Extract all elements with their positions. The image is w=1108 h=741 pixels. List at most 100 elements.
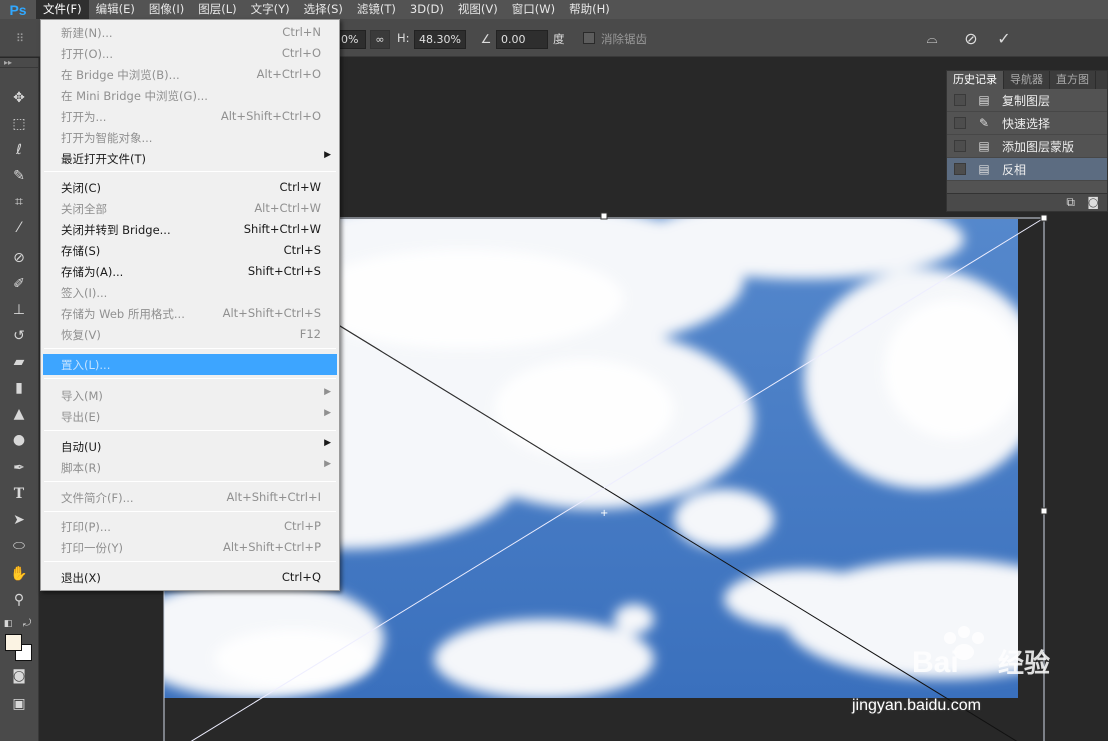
menu-item-save[interactable]: 存储(S) Ctrl+S [43,240,337,261]
width-percent-field[interactable]: 0% [336,30,366,49]
document-icon: ▤ [978,162,990,176]
menu-3d[interactable]: 3D(D) [403,0,451,19]
menu-help[interactable]: 帮助(H) [562,0,617,19]
menu-window[interactable]: 窗口(W) [505,0,562,19]
tab-navigator[interactable]: 导航器 [1004,71,1050,89]
menu-item-browse-bridge[interactable]: 在 Bridge 中浏览(B)... Alt+Ctrl+O [43,64,337,85]
svg-text:经验: 经验 [998,648,1050,679]
blur-tool-icon[interactable]: ▲ [8,404,30,424]
marquee-tool-icon[interactable]: ⬚ [8,114,30,134]
new-document-from-state-icon[interactable]: ⧉ [1066,195,1075,210]
menu-file[interactable]: 文件(F) [36,0,89,19]
crop-tool-icon[interactable]: ⌗ [8,192,30,212]
menu-filter[interactable]: 滤镜(T) [350,0,403,19]
path-select-tool-icon[interactable]: ➤ [8,510,30,530]
menu-item-open-smart-object[interactable]: 打开为智能对象... [43,127,337,148]
svg-text:+: + [600,508,608,519]
menu-view[interactable]: 视图(V) [451,0,505,19]
menu-item-export[interactable]: 导出(E) ▶ [43,406,337,427]
panel-grip-icon[interactable]: ▸▸ [0,58,38,68]
brush-tool-icon[interactable]: ✐ [8,274,30,294]
quick-select-tool-icon[interactable]: ✎ [8,166,30,186]
angle-icon: ∠ [480,32,492,46]
history-item[interactable]: ▤ 添加图层蒙版 [947,135,1107,158]
menu-select[interactable]: 选择(S) [297,0,350,19]
history-item-label: 快速选择 [1002,116,1051,131]
menu-item-close[interactable]: 关闭(C) Ctrl+W [43,177,337,198]
height-percent-field[interactable]: 48.30% [414,30,466,49]
history-panel-footer: ⧉ ◙ [947,193,1107,211]
photoshop-window: Ps 文件(F) 编辑(E) 图像(I) 图层(L) 文字(Y) 选择(S) 滤… [0,0,1108,741]
menubar: Ps 文件(F) 编辑(E) 图像(I) 图层(L) 文字(Y) 选择(S) 滤… [0,0,1108,19]
menu-image[interactable]: 图像(I) [142,0,191,19]
transform-tool-icon: ⠿ [15,32,25,45]
gradient-tool-icon[interactable]: ▮ [8,378,30,398]
history-item[interactable]: ✎ 快速选择 [947,112,1107,135]
menu-item-open-as[interactable]: 打开为... Alt+Shift+Ctrl+O [43,106,337,127]
antialias-checkbox[interactable] [583,32,595,44]
menu-type[interactable]: 文字(Y) [244,0,297,19]
camera-icon[interactable]: ◙ [1087,195,1099,209]
foreground-color-swatch[interactable] [5,634,22,651]
menu-item-open[interactable]: 打开(O)... Ctrl+O [43,43,337,64]
move-tool-icon[interactable]: ✥ [8,88,30,108]
menu-item-revert[interactable]: 恢复(V) F12 [43,324,337,345]
default-colors-icon[interactable]: ◧ [2,614,14,634]
tab-history[interactable]: 历史记录 [947,71,1004,89]
lasso-tool-icon[interactable]: ℓ [8,140,30,160]
link-icon[interactable]: ∞ [370,30,390,49]
menu-item-close-all[interactable]: 关闭全部 Alt+Ctrl+W [43,198,337,219]
ellipse-tool-icon[interactable]: ⬭ [8,536,30,556]
document-icon: ▤ [978,93,990,107]
healing-brush-tool-icon[interactable]: ⊘ [8,248,30,268]
history-source-checkbox[interactable] [954,140,966,152]
menu-item-save-as[interactable]: 存储为(A)... Shift+Ctrl+S [43,261,337,282]
screen-mode-icon[interactable]: ▣ [8,694,30,714]
menu-item-save-for-web[interactable]: 存储为 Web 所用格式... Alt+Shift+Ctrl+S [43,303,337,324]
menu-item-place[interactable]: 置入(L)... [43,354,337,375]
menu-separator [44,348,336,349]
stamp-tool-icon[interactable]: ⊥ [8,300,30,320]
tab-histogram[interactable]: 直方图 [1050,71,1096,89]
menu-layer[interactable]: 图层(L) [191,0,243,19]
submenu-arrow-icon: ▶ [324,408,331,418]
menu-separator [44,171,336,172]
cancel-transform-icon[interactable]: ⊘ [961,29,981,49]
swap-colors-icon[interactable]: ⤾ [20,614,34,634]
history-source-checkbox[interactable] [954,117,966,129]
menu-item-close-go-bridge[interactable]: 关闭并转到 Bridge... Shift+Ctrl+W [43,219,337,240]
menu-item-automate[interactable]: 自动(U) ▶ [43,436,337,457]
menu-item-recent-files[interactable]: 最近打开文件(T) ▶ [43,148,337,169]
menu-item-import[interactable]: 导入(M) ▶ [43,385,337,406]
eraser-tool-icon[interactable]: ▰ [8,352,30,372]
commit-transform-icon[interactable]: ✓ [994,29,1014,49]
type-tool-icon[interactable]: T [8,484,30,504]
quick-mask-icon[interactable]: ◙ [8,666,30,686]
menu-item-new[interactable]: 新建(N)... Ctrl+N [43,22,337,43]
history-item[interactable]: ▤ 复制图层 [947,89,1107,112]
history-item-selected[interactable]: ▤ 反相 [947,158,1107,181]
pen-tool-icon[interactable]: ✒ [8,458,30,478]
menu-item-scripts[interactable]: 脚本(R) ▶ [43,457,337,478]
menu-item-print[interactable]: 打印(P)... Ctrl+P [43,516,337,537]
dodge-tool-icon[interactable]: ● [8,430,30,450]
eyedropper-tool-icon[interactable]: ⁄ [8,218,30,238]
menu-item-print-one-copy[interactable]: 打印一份(Y) Alt+Shift+Ctrl+P [43,537,337,558]
history-item-label: 添加图层蒙版 [1002,139,1075,154]
baidu-watermark-logo: Bai 经验 [912,626,1050,679]
history-panel-tabs: 历史记录 导航器 直方图 [947,71,1107,89]
menu-item-check-in[interactable]: 签入(I)... [43,282,337,303]
history-brush-tool-icon[interactable]: ↺ [8,326,30,346]
zoom-tool-icon[interactable]: ⚲ [8,590,30,610]
history-source-checkbox[interactable] [954,163,966,175]
menu-item-exit[interactable]: 退出(X) Ctrl+Q [43,567,337,588]
menu-item-browse-mini-bridge[interactable]: 在 Mini Bridge 中浏览(G)... [43,85,337,106]
menu-separator [44,561,336,562]
menu-edit[interactable]: 编辑(E) [89,0,142,19]
angle-field[interactable]: 0.00 [496,30,548,49]
svg-text:Bai: Bai [912,646,959,679]
hand-tool-icon[interactable]: ✋ [8,564,30,584]
warp-mode-icon[interactable]: ⌓ [922,29,942,49]
menu-item-file-info[interactable]: 文件简介(F)... Alt+Shift+Ctrl+I [43,487,337,508]
history-source-checkbox[interactable] [954,94,966,106]
